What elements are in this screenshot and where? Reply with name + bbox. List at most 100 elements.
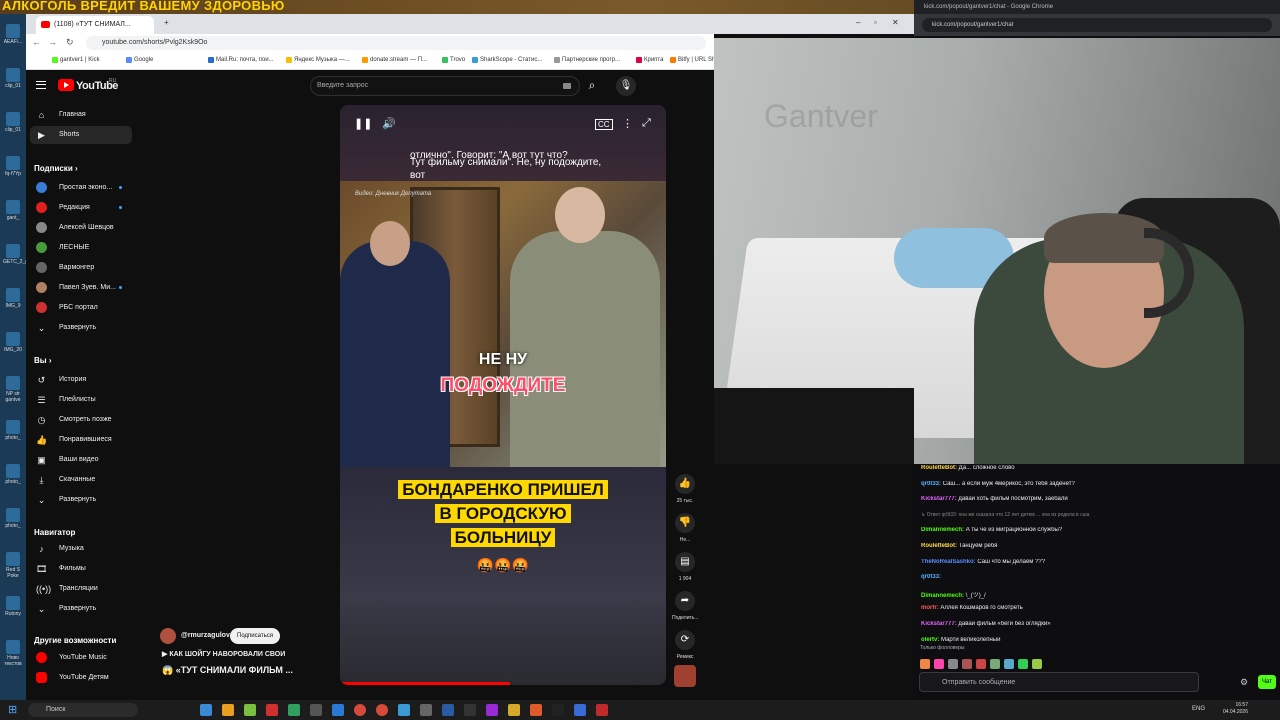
- bookmark-item[interactable]: Google: [126, 57, 153, 63]
- like-button[interactable]: 👍 25 тыс.: [672, 474, 698, 504]
- desktop-icon[interactable]: Ново текстов: [3, 640, 23, 667]
- app-icon[interactable]: [398, 704, 410, 716]
- url-field[interactable]: youtube.com/shorts/Pvlg2Ksk9Oo: [86, 36, 706, 50]
- chat-username[interactable]: Kickstar777:: [921, 621, 958, 627]
- chat-username[interactable]: Dimannemech:: [921, 593, 966, 599]
- chat-username[interactable]: TheNoRealSashko:: [921, 559, 977, 565]
- taskbar-search[interactable]: Поиск: [28, 703, 138, 717]
- app-icon[interactable]: [464, 704, 476, 716]
- comment-button[interactable]: ▤ 1 904: [672, 552, 698, 582]
- menu-icon[interactable]: [36, 81, 46, 89]
- app-icon[interactable]: [310, 704, 322, 716]
- sidebar-sub-item[interactable]: Алексей Шевцов: [30, 219, 132, 237]
- sidebar-sub-item[interactable]: Редакция: [30, 199, 132, 217]
- subscriptions-heading[interactable]: Подписки ›: [34, 164, 78, 173]
- app-icon[interactable]: [530, 704, 542, 716]
- forward-icon[interactable]: →: [48, 37, 57, 47]
- sidebar-sub-item[interactable]: Павел Зуев. Ми...: [30, 279, 132, 297]
- desktop-icon[interactable]: Rutony: [3, 596, 23, 617]
- chrome-icon[interactable]: [354, 704, 366, 716]
- language-indicator[interactable]: ENG: [1192, 706, 1205, 712]
- youtube-logo-icon[interactable]: [58, 79, 74, 91]
- bookmark-item[interactable]: Trovo: [442, 57, 465, 63]
- sidebar-item-home[interactable]: ⌂ Главная: [30, 106, 132, 124]
- chat-message-input[interactable]: Отправить сообщение: [919, 672, 1199, 692]
- chat-username[interactable]: Kickstar777:: [921, 496, 958, 502]
- subscribe-button[interactable]: Подписаться: [230, 628, 280, 644]
- chat-username[interactable]: Dimannemech:: [921, 527, 966, 533]
- sidebar-sub-item[interactable]: Вармонгер: [30, 259, 132, 277]
- desktop-icon[interactable]: clip_01: [3, 112, 23, 133]
- sidebar-item-live[interactable]: ((•)) Трансляции: [30, 580, 132, 598]
- bookmark-item[interactable]: SharkScope - Статис...: [472, 57, 542, 63]
- desktop-icon[interactable]: IMG_9: [3, 288, 23, 309]
- sidebar-sub-item[interactable]: Простая эконо...: [30, 179, 132, 197]
- sidebar-item-playlists[interactable]: ☰ Плейлисты: [30, 391, 132, 409]
- bookmark-item[interactable]: Партнерские прогр...: [554, 57, 620, 63]
- sidebar-item-liked[interactable]: 👍 Понравившиеся: [30, 431, 132, 449]
- minimize-icon[interactable]: –: [856, 18, 860, 27]
- app-icon[interactable]: [288, 704, 300, 716]
- mic-icon[interactable]: 🎙: [616, 76, 636, 96]
- settings-icon[interactable]: ⚙: [1240, 677, 1248, 688]
- app-icon[interactable]: [244, 704, 256, 716]
- back-icon[interactable]: ←: [32, 37, 41, 47]
- desktop-icon[interactable]: IMG_20: [3, 332, 23, 353]
- chat-username[interactable]: morfr:: [921, 605, 940, 611]
- captions-icon[interactable]: CC: [595, 119, 613, 130]
- share-button[interactable]: ➦ Поделить...: [672, 591, 699, 621]
- remix-button[interactable]: ⟳ Ремикс: [672, 630, 698, 660]
- video-progress-bar[interactable]: [340, 682, 510, 685]
- app-icon[interactable]: [200, 704, 212, 716]
- sidebar-expand[interactable]: ⌄ Развернуть: [30, 319, 132, 337]
- app-icon[interactable]: [222, 704, 234, 716]
- chrome-icon[interactable]: [376, 704, 388, 716]
- app-icon[interactable]: [508, 704, 520, 716]
- tab-youtube[interactable]: (1108) «ТУТ СНИМАЛ...: [36, 16, 154, 34]
- desktop-icon[interactable]: photo_: [3, 464, 23, 485]
- channel-name[interactable]: @rmurzagulov: [181, 632, 230, 639]
- desktop-icon[interactable]: fq-f7Yp: [3, 156, 23, 177]
- close-icon[interactable]: ✕: [892, 18, 899, 27]
- desktop-icon[interactable]: photo_: [3, 508, 23, 529]
- bookmark-item[interactable]: Bitfy | URL Sh: [670, 57, 715, 63]
- bookmark-item[interactable]: Яндекс Музыка —...: [286, 57, 350, 63]
- keyboard-icon[interactable]: [563, 83, 571, 89]
- app-icon[interactable]: [486, 704, 498, 716]
- app-icon[interactable]: [332, 704, 344, 716]
- sidebar-item-yt-music[interactable]: YouTube Music: [30, 649, 132, 667]
- chat-username[interactable]: RouletteBot:: [921, 465, 959, 471]
- chat-username[interactable]: olertv:: [921, 637, 941, 643]
- desktop-icon[interactable]: clip_01: [3, 68, 23, 89]
- bookmark-item[interactable]: Криптa: [636, 57, 664, 63]
- app-icon[interactable]: [266, 704, 278, 716]
- chat-username[interactable]: qr0t33:: [921, 481, 943, 487]
- dislike-button[interactable]: 👎 Не...: [672, 513, 698, 543]
- fullscreen-icon[interactable]: ⤢: [642, 117, 651, 130]
- sidebar-item-yt-kids[interactable]: YouTube Детям: [30, 669, 132, 687]
- pause-icon[interactable]: ❚❚: [354, 117, 372, 130]
- desktop-icon[interactable]: NP str gantve: [3, 376, 23, 403]
- search-icon[interactable]: ⌕: [580, 76, 604, 96]
- sidebar-item-watch-later[interactable]: ◷ Смотреть позже: [30, 411, 132, 429]
- windows-start-icon[interactable]: ⊞: [8, 703, 17, 716]
- sidebar-item-your-videos[interactable]: ▣ Ваши видео: [30, 451, 132, 469]
- related-video-link[interactable]: ▶ КАК ШОЙГУ НАВОРОВАЛИ СВОИ: [162, 650, 285, 658]
- clock[interactable]: 16:57 04.04.2026: [1223, 702, 1248, 716]
- volume-icon[interactable]: 🔊: [382, 117, 396, 130]
- sidebar-sub-item[interactable]: ЛЕСНЫЕ: [30, 239, 132, 257]
- sidebar-sub-item[interactable]: РБС портал: [30, 299, 132, 317]
- search-input[interactable]: Введите запрос: [310, 76, 580, 96]
- new-tab-icon[interactable]: +: [164, 18, 169, 27]
- bookmark-item[interactable]: gantver1 | Kick: [52, 57, 100, 63]
- desktop-icon[interactable]: gant_: [3, 200, 23, 221]
- bookmark-item[interactable]: Mail.Ru: почта, пои...: [208, 57, 274, 63]
- kick-url-field[interactable]: kick.com/popout/gantver1/chat: [922, 18, 1272, 32]
- app-icon[interactable]: [442, 704, 454, 716]
- desktop-icon[interactable]: photo_: [3, 420, 23, 441]
- sidebar-expand[interactable]: ⌄ Развернуть: [30, 600, 132, 618]
- chat-send-button[interactable]: Чат: [1258, 675, 1276, 689]
- sidebar-item-shorts[interactable]: ▶ Shorts: [30, 126, 132, 144]
- maximize-icon[interactable]: ▫: [874, 18, 877, 27]
- sidebar-item-downloads[interactable]: ⤓ Скачанные: [30, 471, 132, 489]
